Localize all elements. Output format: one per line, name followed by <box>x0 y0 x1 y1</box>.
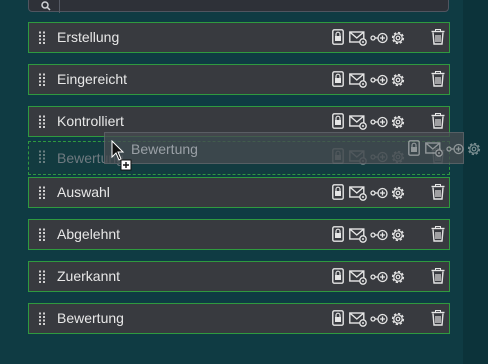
scroll-gutter <box>463 0 488 364</box>
lock-icon <box>408 140 420 156</box>
mail-settings-icon[interactable] <box>349 30 367 46</box>
status-label: Zuerkannt <box>57 268 121 284</box>
mail-settings-icon[interactable] <box>349 311 367 327</box>
drag-handle-icon[interactable] <box>38 186 46 200</box>
trash-icon[interactable] <box>431 71 445 92</box>
trash-icon[interactable] <box>431 184 445 205</box>
lock-icon[interactable] <box>332 310 344 326</box>
gear-icon <box>466 141 482 157</box>
gear-icon[interactable] <box>390 114 406 130</box>
lock-icon[interactable] <box>332 113 344 129</box>
mail-settings-icon <box>425 141 443 157</box>
mail-settings-icon[interactable] <box>349 114 367 130</box>
status-row[interactable]: Erstellung <box>28 22 450 53</box>
trash-icon[interactable] <box>431 29 445 50</box>
gear-icon[interactable] <box>390 227 406 243</box>
trash-icon[interactable] <box>431 310 445 331</box>
drag-handle-icon <box>38 150 46 164</box>
status-label: Bewertung <box>57 310 124 326</box>
search-box[interactable] <box>28 0 449 13</box>
mail-settings-icon[interactable] <box>349 269 367 285</box>
lock-icon[interactable] <box>332 268 344 284</box>
link-add-icon[interactable] <box>370 31 388 45</box>
gear-icon[interactable] <box>390 185 406 201</box>
trash-icon[interactable] <box>431 268 445 289</box>
status-label: Auswahl <box>57 184 110 200</box>
mail-settings-icon[interactable] <box>349 72 367 88</box>
lock-icon[interactable] <box>332 184 344 200</box>
link-add-icon[interactable] <box>370 270 388 284</box>
status-row[interactable]: Auswahl <box>28 177 450 208</box>
link-add-icon[interactable] <box>370 228 388 242</box>
trash-icon[interactable] <box>431 226 445 247</box>
link-add-icon[interactable] <box>370 186 388 200</box>
status-label: Eingereicht <box>57 71 128 87</box>
mail-settings-icon[interactable] <box>349 185 367 201</box>
lock-icon[interactable] <box>332 29 344 45</box>
drag-handle-icon[interactable] <box>38 228 46 242</box>
mail-settings-icon[interactable] <box>349 227 367 243</box>
status-row[interactable]: Bewertung <box>28 303 450 334</box>
lock-icon[interactable] <box>332 226 344 242</box>
status-row[interactable]: Abgelehnt <box>28 219 450 250</box>
drag-preview: Bewertung <box>104 132 481 164</box>
lock-icon[interactable] <box>332 71 344 87</box>
search-icon <box>37 0 60 13</box>
drag-handle-icon[interactable] <box>38 73 46 87</box>
link-add-icon[interactable] <box>370 115 388 129</box>
trash-icon[interactable] <box>431 113 445 134</box>
drag-handle-icon[interactable] <box>38 270 46 284</box>
gear-icon[interactable] <box>390 30 406 46</box>
link-add-icon[interactable] <box>370 73 388 87</box>
drag-handle-icon[interactable] <box>38 31 46 45</box>
link-add-icon <box>446 142 464 156</box>
status-row[interactable]: Eingereicht <box>28 64 450 95</box>
drag-handle-icon[interactable] <box>38 312 46 326</box>
status-label: Abgelehnt <box>57 226 121 242</box>
gear-icon[interactable] <box>390 311 406 327</box>
status-row[interactable]: Zuerkannt <box>28 261 450 292</box>
drag-handle-icon[interactable] <box>38 115 46 129</box>
gear-icon[interactable] <box>390 269 406 285</box>
gear-icon[interactable] <box>390 72 406 88</box>
link-add-icon[interactable] <box>370 312 388 326</box>
move-cursor-icon <box>111 139 133 179</box>
drag-preview-label: Bewertung <box>131 141 198 157</box>
status-label: Erstellung <box>57 29 120 45</box>
